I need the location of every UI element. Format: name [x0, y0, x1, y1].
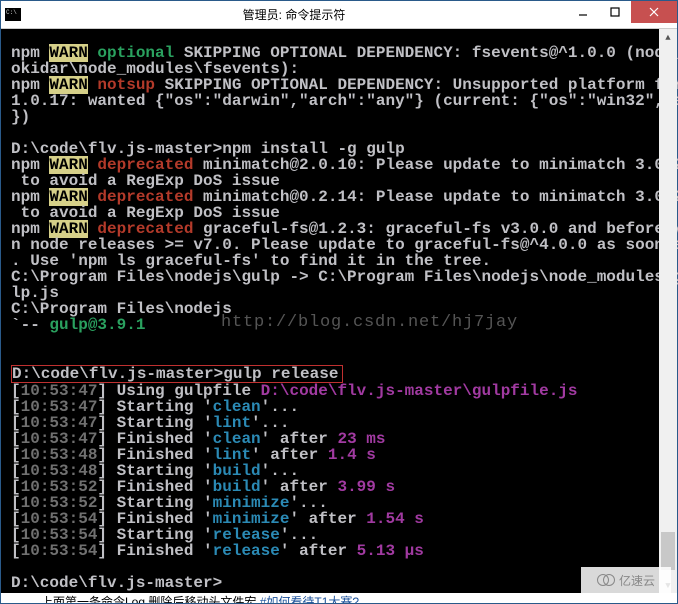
- cmd-icon: [5, 8, 21, 21]
- logo-icon: [597, 573, 617, 587]
- line: `-- gulp@3.9.1: [11, 316, 145, 334]
- line: [10:53:54] Finished 'release' after 5.13…: [11, 542, 424, 560]
- close-button[interactable]: [631, 1, 677, 23]
- line: C:\Program Files\nodejs\gulp -> C:\Progr…: [11, 268, 678, 286]
- line: }): [11, 108, 30, 126]
- titlebar-left: [1, 8, 21, 21]
- scroll-track[interactable]: [659, 47, 677, 577]
- bottom-strip: 上面第一条命令Log 删除后移动头文件宏 #如何看待T1大赛?: [1, 593, 677, 603]
- watermark-text: http://blog.csdn.net/hj7jay: [221, 313, 518, 332]
- prompt: D:\code\flv.js-master>: [11, 574, 222, 592]
- bottom-text: 上面第一条命令Log 删除后移动头文件宏 #如何看待T1大赛?: [1, 595, 359, 603]
- highlighted-command: D:\code\flv.js-master>gulp release: [11, 365, 343, 383]
- window-buttons: [567, 1, 677, 28]
- scroll-thumb[interactable]: [661, 532, 675, 570]
- minimize-button[interactable]: [567, 1, 599, 23]
- logo-watermark: 亿速云: [581, 567, 671, 593]
- maximize-button[interactable]: [599, 1, 631, 23]
- logo-text: 亿速云: [619, 572, 655, 589]
- window-title: 管理员: 命令提示符: [21, 6, 567, 23]
- scroll-up-button[interactable]: ▲: [659, 29, 677, 47]
- vertical-scrollbar[interactable]: ▲ ▼: [659, 29, 677, 595]
- terminal-output: npm WARN optional SKIPPING OPTIONAL DEPE…: [9, 29, 669, 591]
- titlebar[interactable]: 管理员: 命令提示符: [1, 1, 677, 29]
- line: 1.0.17: wanted {"os":"darwin","arch":"an…: [11, 92, 678, 110]
- command-prompt-window: 管理员: 命令提示符 npm WARN optional SKIPPING OP…: [0, 0, 678, 604]
- terminal-client[interactable]: npm WARN optional SKIPPING OPTIONAL DEPE…: [9, 29, 669, 595]
